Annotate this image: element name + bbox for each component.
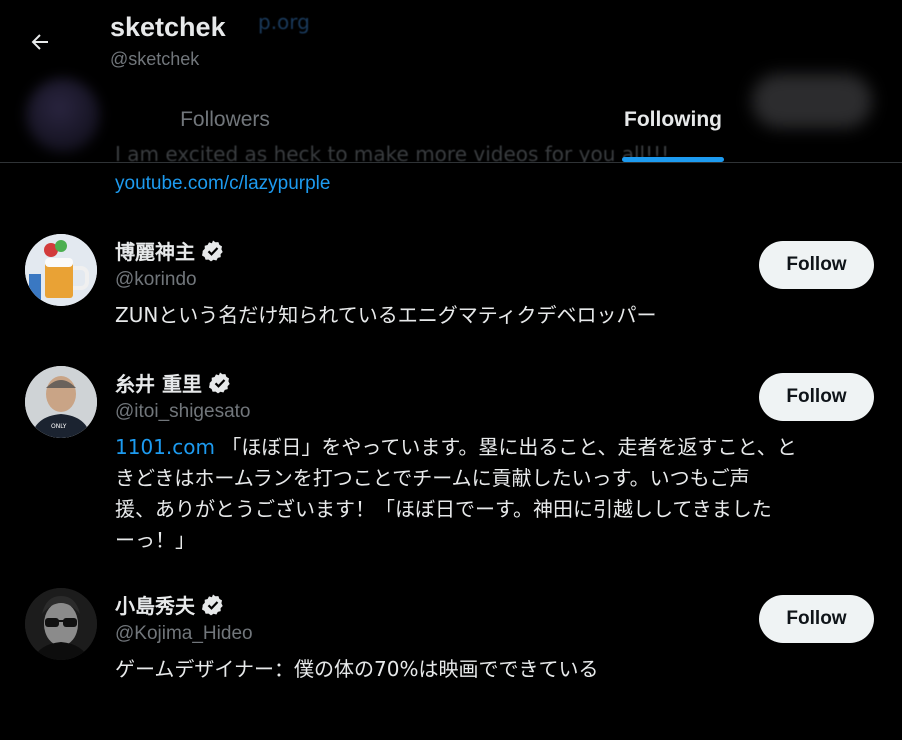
user-name: 博麗神主 <box>115 240 195 264</box>
profile-name: sketchek <box>110 12 226 42</box>
avatar[interactable] <box>25 234 97 306</box>
follow-button[interactable]: Follow <box>759 373 874 421</box>
bio-line: ーっ！」 <box>115 528 195 552</box>
tab-active-indicator <box>622 157 724 162</box>
background-avatar <box>26 78 100 152</box>
svg-text:ONLY: ONLY <box>51 423 67 430</box>
user-handle: @Kojima_Hideo <box>115 623 253 644</box>
user-name-row: 糸井 重里 <box>115 368 232 397</box>
verified-badge-icon <box>202 240 223 261</box>
follow-button[interactable]: Follow <box>759 241 874 289</box>
tab-followers-label: Followers <box>180 108 270 131</box>
user-name: 小島秀夫 <box>115 594 195 618</box>
user-bio: 1101.com 「ほぼ日」をやっています。塁に出ること、走者を返すこと、と き… <box>115 432 875 556</box>
profile-handle: @sketchek <box>110 49 200 69</box>
user-name-row: 博麗神主 <box>115 236 225 265</box>
bio-line: 1101.com 「ほぼ日」をやっています。塁に出ること、走者を返すこと、と <box>115 432 875 463</box>
tab-followers[interactable]: Followers <box>110 96 340 162</box>
follow-button[interactable]: Follow <box>759 595 874 643</box>
bio-text: 「ほぼ日」をやっています。塁に出ること、走者を返すこと、と <box>221 435 797 459</box>
verified-badge-icon <box>202 594 223 615</box>
arrow-left-icon <box>31 34 48 50</box>
back-button[interactable] <box>20 22 60 62</box>
user-bio: ゲームデザイナー：僕の体の70%は映画でできている <box>115 657 599 681</box>
bio-line: きどきはホームランを打つことでチームに貢献したいっす。いつもご声 <box>115 466 750 490</box>
person-avatar-image: ONLY <box>25 366 97 438</box>
person-avatar-image <box>25 588 97 660</box>
bio-website-link[interactable]: 1101.com <box>115 435 215 459</box>
background-url-text: p.org <box>258 10 310 34</box>
user-handle: @itoi_shigesato <box>115 401 251 422</box>
verified-badge-icon <box>208 372 230 393</box>
beer-mug-avatar-image <box>25 234 97 306</box>
tab-following[interactable]: Following <box>560 96 786 162</box>
tab-following-label: Following <box>624 108 722 131</box>
user-name-row: 小島秀夫 <box>115 590 225 619</box>
avatar[interactable] <box>25 588 97 660</box>
user-name: 糸井 重里 <box>115 372 202 396</box>
user-bio: ZUNという名だけ知られているエニグマティクデベロッパー <box>115 303 657 327</box>
profile-header: p.org I am excited as heck to make more … <box>0 0 902 163</box>
user-handle: @korindo <box>115 269 197 290</box>
avatar[interactable]: ONLY <box>25 366 97 438</box>
bio-line: 援、ありがとうございます！「ほぼ日でーす。神田に引越ししてきました <box>115 497 772 521</box>
bio-link[interactable]: youtube.com/c/lazypurple <box>115 173 330 195</box>
